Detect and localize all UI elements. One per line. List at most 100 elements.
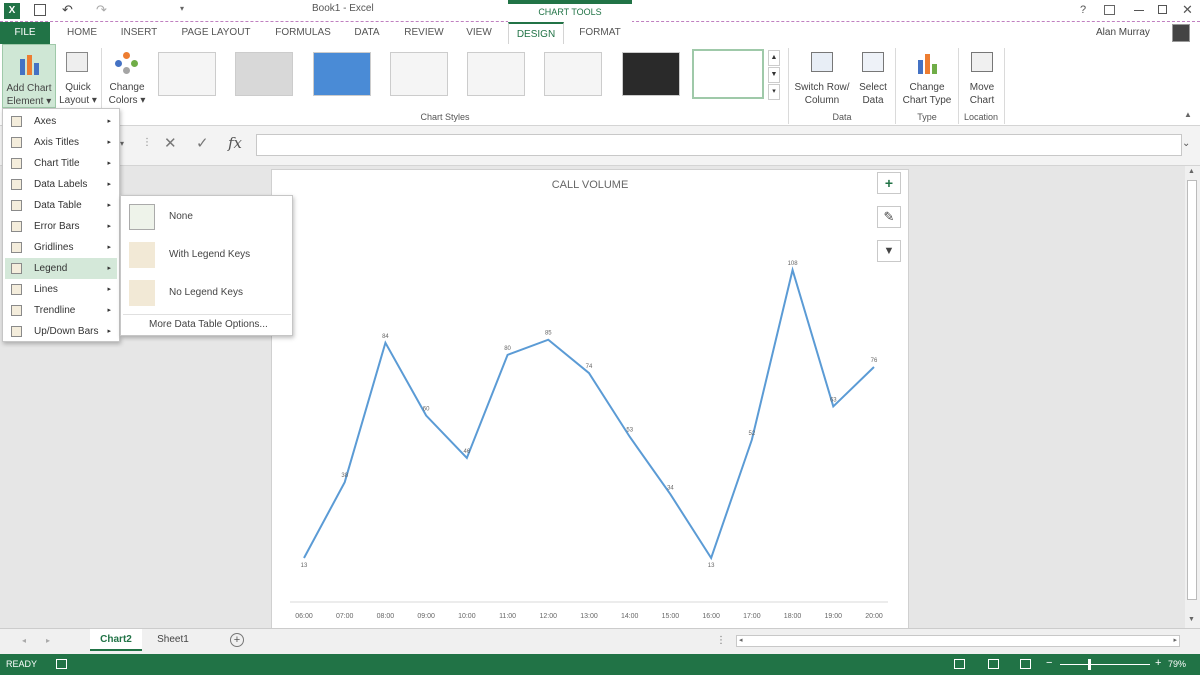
name-box-dropdown-icon[interactable]: ▾ bbox=[120, 139, 124, 148]
formula-input[interactable] bbox=[256, 134, 1182, 156]
tab-design[interactable]: DESIGN bbox=[508, 22, 564, 44]
page-layout-view-icon[interactable] bbox=[988, 659, 999, 669]
no-legend-keys-option[interactable]: No Legend Keys bbox=[123, 274, 291, 312]
vertical-scroll-thumb[interactable] bbox=[1187, 180, 1197, 600]
menu-item-lines[interactable]: Lines ▸ bbox=[5, 279, 117, 300]
normal-view-icon[interactable] bbox=[954, 659, 965, 669]
redo-icon[interactable]: ↷ bbox=[96, 2, 107, 18]
more-data-table-options-link[interactable]: More Data Table Options... bbox=[149, 319, 268, 330]
menu-item-error-bars[interactable]: Error Bars ▸ bbox=[5, 216, 117, 237]
data-table-none-option[interactable]: None bbox=[123, 198, 291, 236]
data-label[interactable]: 85 bbox=[545, 331, 552, 337]
quick-access-customize-icon[interactable]: ▾ bbox=[180, 4, 184, 13]
data-label[interactable]: 52 bbox=[749, 431, 756, 437]
zoom-slider[interactable] bbox=[1060, 659, 1150, 670]
menu-item-legend[interactable]: Legend ▸ bbox=[5, 258, 117, 279]
chart-style-6[interactable] bbox=[544, 52, 602, 96]
chart-style-8[interactable] bbox=[692, 49, 764, 99]
zoom-out-icon[interactable]: − bbox=[1046, 657, 1052, 669]
tab-formulas[interactable]: FORMULAS bbox=[268, 22, 338, 44]
tab-format[interactable]: FORMAT bbox=[570, 22, 630, 44]
collapse-ribbon-icon[interactable]: ▲ bbox=[1184, 110, 1192, 119]
select-data-button[interactable]: Select Data bbox=[854, 44, 892, 108]
menu-item-axes[interactable]: Axes ▸ bbox=[5, 111, 117, 132]
data-label[interactable]: 38 bbox=[341, 473, 348, 479]
chart-styles-more[interactable]: ▾ bbox=[768, 84, 780, 100]
with-legend-keys-option[interactable]: With Legend Keys bbox=[123, 236, 291, 274]
macro-record-icon[interactable] bbox=[56, 659, 67, 669]
change-colors-button[interactable]: Change Colors ▾ bbox=[105, 44, 149, 108]
menu-item-trendline[interactable]: Trendline ▸ bbox=[5, 300, 117, 321]
menu-item-chart-title[interactable]: Chart Title ▸ bbox=[5, 153, 117, 174]
page-break-view-icon[interactable] bbox=[1020, 659, 1031, 669]
undo-icon[interactable]: ↶ bbox=[62, 2, 73, 18]
menu-item-gridlines[interactable]: Gridlines ▸ bbox=[5, 237, 117, 258]
user-name[interactable]: Alan Murray bbox=[1096, 27, 1150, 38]
tab-home[interactable]: HOME bbox=[58, 22, 106, 44]
data-label[interactable]: 84 bbox=[382, 334, 389, 340]
sheet-scroll-left-icon[interactable]: ◂ bbox=[22, 636, 26, 645]
data-label[interactable]: 13 bbox=[301, 563, 308, 569]
data-label[interactable]: 63 bbox=[830, 397, 837, 403]
data-label[interactable]: 108 bbox=[788, 261, 799, 267]
chart-style-1[interactable] bbox=[158, 52, 216, 96]
series-line[interactable] bbox=[303, 266, 875, 561]
chart-area[interactable]: CALL VOLUME 13 38 84 60 46 80 85 74 53 34 13 52 108 6… bbox=[271, 169, 909, 629]
switch-row-column-button[interactable]: Switch Row/ Column bbox=[792, 44, 852, 108]
menu-item-up-down-bars[interactable]: Up/Down Bars ▸ bbox=[5, 321, 117, 342]
tab-page-layout[interactable]: PAGE LAYOUT bbox=[174, 22, 258, 44]
data-label[interactable]: 74 bbox=[586, 364, 593, 370]
add-chart-element-button[interactable]: Add Chart Element ▾ bbox=[2, 44, 56, 108]
chart-styles-scroll-down[interactable]: ▼ bbox=[768, 67, 780, 83]
tab-file[interactable]: FILE bbox=[0, 22, 50, 44]
tab-insert[interactable]: INSERT bbox=[114, 22, 164, 44]
quick-layout-button[interactable]: Quick Layout ▾ bbox=[58, 44, 98, 108]
save-icon[interactable] bbox=[34, 4, 46, 16]
chart-styles-scroll-up[interactable]: ▲ bbox=[768, 50, 780, 66]
sheet-tab-sheet1[interactable]: Sheet1 bbox=[148, 629, 198, 651]
menu-item-data-table[interactable]: Data Table ▸ bbox=[5, 195, 117, 216]
change-chart-type-button[interactable]: Change Chart Type bbox=[898, 44, 956, 108]
zoom-level[interactable]: 79% bbox=[1168, 659, 1186, 669]
chart-style-5[interactable] bbox=[467, 52, 525, 96]
avatar[interactable] bbox=[1172, 24, 1190, 42]
horizontal-scrollbar[interactable]: ◂ ▸ bbox=[736, 635, 1180, 647]
data-label[interactable]: 80 bbox=[504, 346, 511, 352]
help-icon[interactable]: ? bbox=[1080, 4, 1086, 16]
chart-style-3[interactable] bbox=[313, 52, 371, 96]
restore-icon[interactable] bbox=[1158, 5, 1167, 14]
menu-item-axis-titles[interactable]: Axis Titles ▸ bbox=[5, 132, 117, 153]
chart-style-7[interactable] bbox=[622, 52, 680, 96]
tab-split-grip[interactable]: ⋮ bbox=[716, 635, 726, 646]
tab-view[interactable]: VIEW bbox=[458, 22, 500, 44]
sheet-tab-chart2[interactable]: Chart2 bbox=[90, 629, 142, 651]
menu-item-data-labels[interactable]: Data Labels ▸ bbox=[5, 174, 117, 195]
sheet-scroll-right-icon[interactable]: ▸ bbox=[46, 636, 50, 645]
tab-review[interactable]: REVIEW bbox=[398, 22, 450, 44]
enter-formula-icon[interactable]: ✓ bbox=[196, 134, 209, 152]
data-label[interactable]: 46 bbox=[464, 449, 471, 455]
move-chart-button[interactable]: Move Chart bbox=[962, 44, 1002, 108]
chart-style-4[interactable] bbox=[390, 52, 448, 96]
data-label[interactable]: 76 bbox=[871, 358, 878, 364]
data-label[interactable]: 60 bbox=[423, 407, 430, 413]
zoom-in-icon[interactable]: + bbox=[1155, 657, 1161, 669]
chart-title[interactable]: CALL VOLUME bbox=[552, 179, 629, 191]
minimize-icon[interactable] bbox=[1134, 10, 1144, 11]
vertical-scrollbar[interactable]: ▲ ▼ bbox=[1185, 166, 1200, 628]
zoom-slider-thumb[interactable] bbox=[1088, 659, 1091, 670]
data-label[interactable]: 13 bbox=[708, 563, 715, 569]
insert-function-icon[interactable]: fx bbox=[228, 134, 242, 152]
chart-styles-brush-button[interactable]: ✎ bbox=[877, 206, 901, 228]
chart-elements-button[interactable]: + bbox=[877, 172, 901, 194]
new-sheet-button[interactable]: + bbox=[230, 633, 244, 647]
chart-filters-button[interactable]: ▼ bbox=[877, 240, 901, 262]
data-label[interactable]: 34 bbox=[667, 485, 674, 491]
ribbon-display-icon[interactable] bbox=[1104, 5, 1115, 15]
close-icon[interactable]: ✕ bbox=[1182, 2, 1193, 18]
tab-data[interactable]: DATA bbox=[346, 22, 388, 44]
cancel-formula-icon[interactable]: ✕ bbox=[164, 134, 177, 152]
data-label[interactable]: 53 bbox=[626, 428, 633, 434]
chart-style-2[interactable] bbox=[235, 52, 293, 96]
expand-formula-icon[interactable]: ⌄ bbox=[1182, 138, 1190, 149]
